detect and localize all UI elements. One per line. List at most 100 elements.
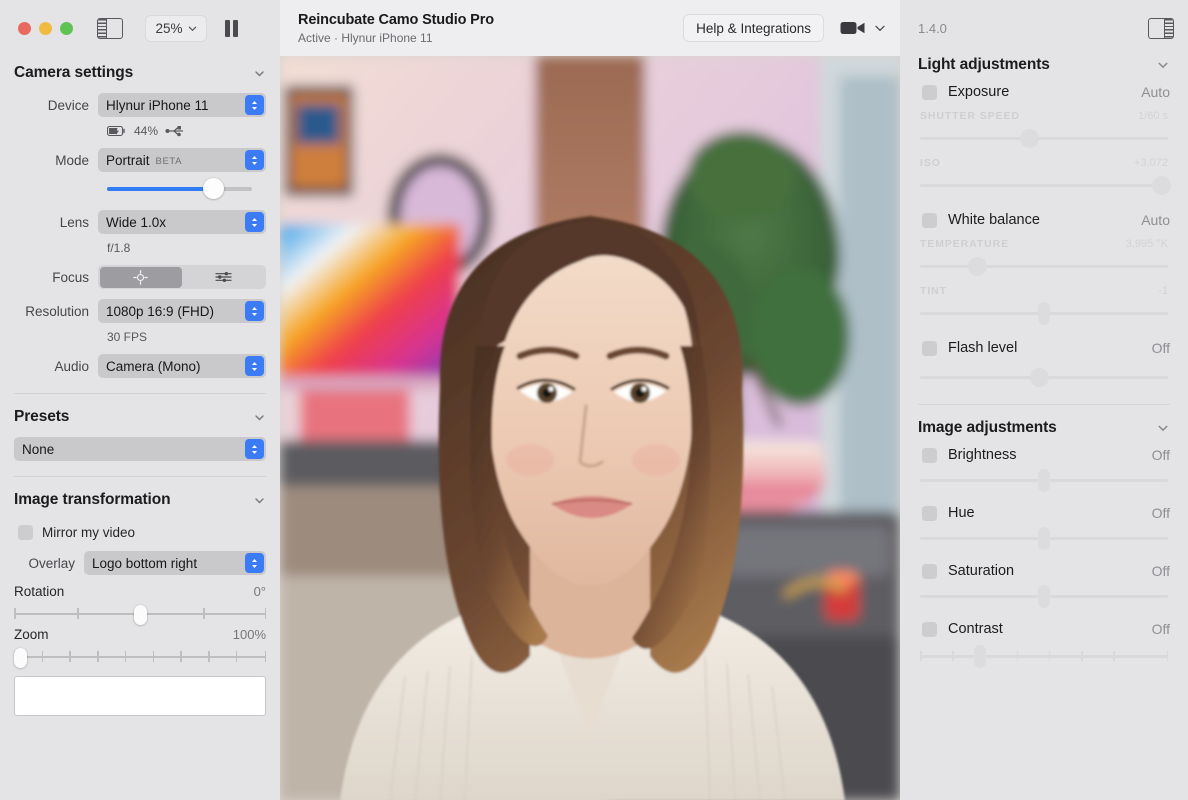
contrast-slider[interactable] [920,647,1168,665]
overlay-preview-box[interactable] [14,676,266,716]
iso-slider[interactable] [920,176,1168,194]
pause-bar-left [225,20,230,37]
brightness-checkbox[interactable] [922,448,937,463]
mirror-my-video-checkbox[interactable] [18,525,33,540]
slider-knob[interactable] [203,178,224,199]
exposure-checkbox[interactable] [922,85,937,100]
lens-stepper-icon[interactable] [245,212,264,232]
zoom-slider[interactable] [14,650,266,664]
lens-value: Wide 1.0x [106,215,166,230]
audio-stepper-icon[interactable] [245,356,264,376]
minimize-window-button[interactable] [39,22,52,35]
chevron-down-icon[interactable] [253,411,266,424]
sliders-icon [215,270,232,284]
iso-knob[interactable] [1152,176,1171,195]
toggle-left-sidebar-icon[interactable] [95,16,125,40]
lens-select[interactable]: Wide 1.0x [98,210,266,234]
camera-output-menu[interactable] [840,19,886,37]
hue-checkbox[interactable] [922,506,937,521]
saturation-knob[interactable] [1038,585,1050,608]
zoom-level-dropdown[interactable]: 25% [145,15,207,42]
help-and-integrations-button[interactable]: Help & Integrations [683,14,824,42]
left-sidebar: 25% Camera settings Device [0,0,280,800]
lens-row: Lens Wide 1.0x [14,209,266,235]
temperature-head: TEMPERATURE 3,995 °K [920,238,1168,250]
camera-settings-header[interactable]: Camera settings [14,56,266,92]
saturation-slider[interactable] [920,587,1168,605]
focus-manual-segment[interactable] [182,267,265,288]
temperature-knob[interactable] [968,257,987,276]
presets-stepper-icon[interactable] [245,439,264,459]
iso-value: +3,072 [1134,157,1168,169]
brightness-knob[interactable] [1038,469,1050,492]
exposure-row[interactable]: Exposure Auto [922,84,1170,100]
temperature-slider[interactable] [920,257,1168,275]
toggle-right-sidebar-icon[interactable] [1148,18,1174,39]
flash-level-slider[interactable] [920,368,1168,386]
overlay-value: Logo bottom right [92,556,197,571]
rotation-slider[interactable] [14,607,266,621]
saturation-row[interactable]: Saturation Off [922,563,1170,579]
presets-header[interactable]: Presets [14,400,266,436]
right-titlebar: 1.4.0 [900,0,1188,56]
hue-slider[interactable] [920,529,1168,547]
portrait-strength-slider[interactable] [14,179,266,199]
battery-percent: 44% [134,124,158,138]
audio-row: Audio Camera (Mono) [14,353,266,379]
chevron-down-icon[interactable] [1156,421,1170,435]
saturation-checkbox[interactable] [922,564,937,579]
contrast-row[interactable]: Contrast Off [922,621,1170,637]
flash-level-row[interactable]: Flash level Off [922,340,1170,356]
close-window-button[interactable] [18,22,31,35]
mode-select[interactable]: Portrait BETA [98,148,266,172]
contrast-knob[interactable] [974,645,986,668]
image-transformation-header[interactable]: Image transformation [14,483,266,519]
brightness-row[interactable]: Brightness Off [922,447,1170,463]
hue-state: Off [1152,505,1170,521]
window-traffic-lights[interactable] [18,22,73,35]
mode-stepper-icon[interactable] [245,150,264,170]
chevron-down-icon[interactable] [253,67,266,80]
video-preview[interactable] [280,56,900,800]
light-adjustments-header[interactable]: Light adjustments [918,56,1170,74]
maximize-window-button[interactable] [60,22,73,35]
hue-knob[interactable] [1038,527,1050,550]
overlay-select[interactable]: Logo bottom right [84,551,266,575]
resolution-select[interactable]: 1080p 16:9 (FHD) [98,299,266,323]
slider-track [920,184,1168,187]
shutter-speed-knob[interactable] [1020,129,1039,148]
overlay-stepper-icon[interactable] [245,553,264,573]
temperature-label: TEMPERATURE [920,238,1009,250]
chevron-down-icon[interactable] [874,22,886,34]
hue-label: Hue [948,505,975,521]
shutter-speed-slider[interactable] [920,129,1168,147]
chevron-down-icon[interactable] [253,494,266,507]
focus-auto-segment[interactable] [100,267,183,288]
device-stepper-icon[interactable] [245,95,264,115]
slider-tick [97,651,99,662]
white-balance-label: White balance [948,212,1040,228]
focus-segmented-control[interactable] [98,265,266,289]
tint-slider[interactable] [920,304,1168,322]
aperture-row: f/1.8 [14,239,266,257]
white-balance-row[interactable]: White balance Auto [922,212,1170,228]
mirror-my-video-row[interactable]: Mirror my video [18,525,266,540]
tint-knob[interactable] [1038,302,1050,325]
white-balance-checkbox[interactable] [922,213,937,228]
flash-level-knob[interactable] [1030,368,1049,387]
slider-tick [69,651,71,662]
hue-row[interactable]: Hue Off [922,505,1170,521]
zoom-slider-knob[interactable] [14,648,27,668]
pause-button[interactable] [225,20,238,37]
audio-select[interactable]: Camera (Mono) [98,354,266,378]
flash-level-checkbox[interactable] [922,341,937,356]
contrast-checkbox[interactable] [922,622,937,637]
image-adjustments-header[interactable]: Image adjustments [918,419,1170,437]
saturation-label: Saturation [948,563,1014,579]
chevron-down-icon[interactable] [1156,58,1170,72]
rotation-slider-knob[interactable] [134,605,147,625]
brightness-slider[interactable] [920,471,1168,489]
resolution-stepper-icon[interactable] [245,301,264,321]
presets-select[interactable]: None [14,437,266,461]
device-select[interactable]: Hlynur iPhone 11 [98,93,266,117]
